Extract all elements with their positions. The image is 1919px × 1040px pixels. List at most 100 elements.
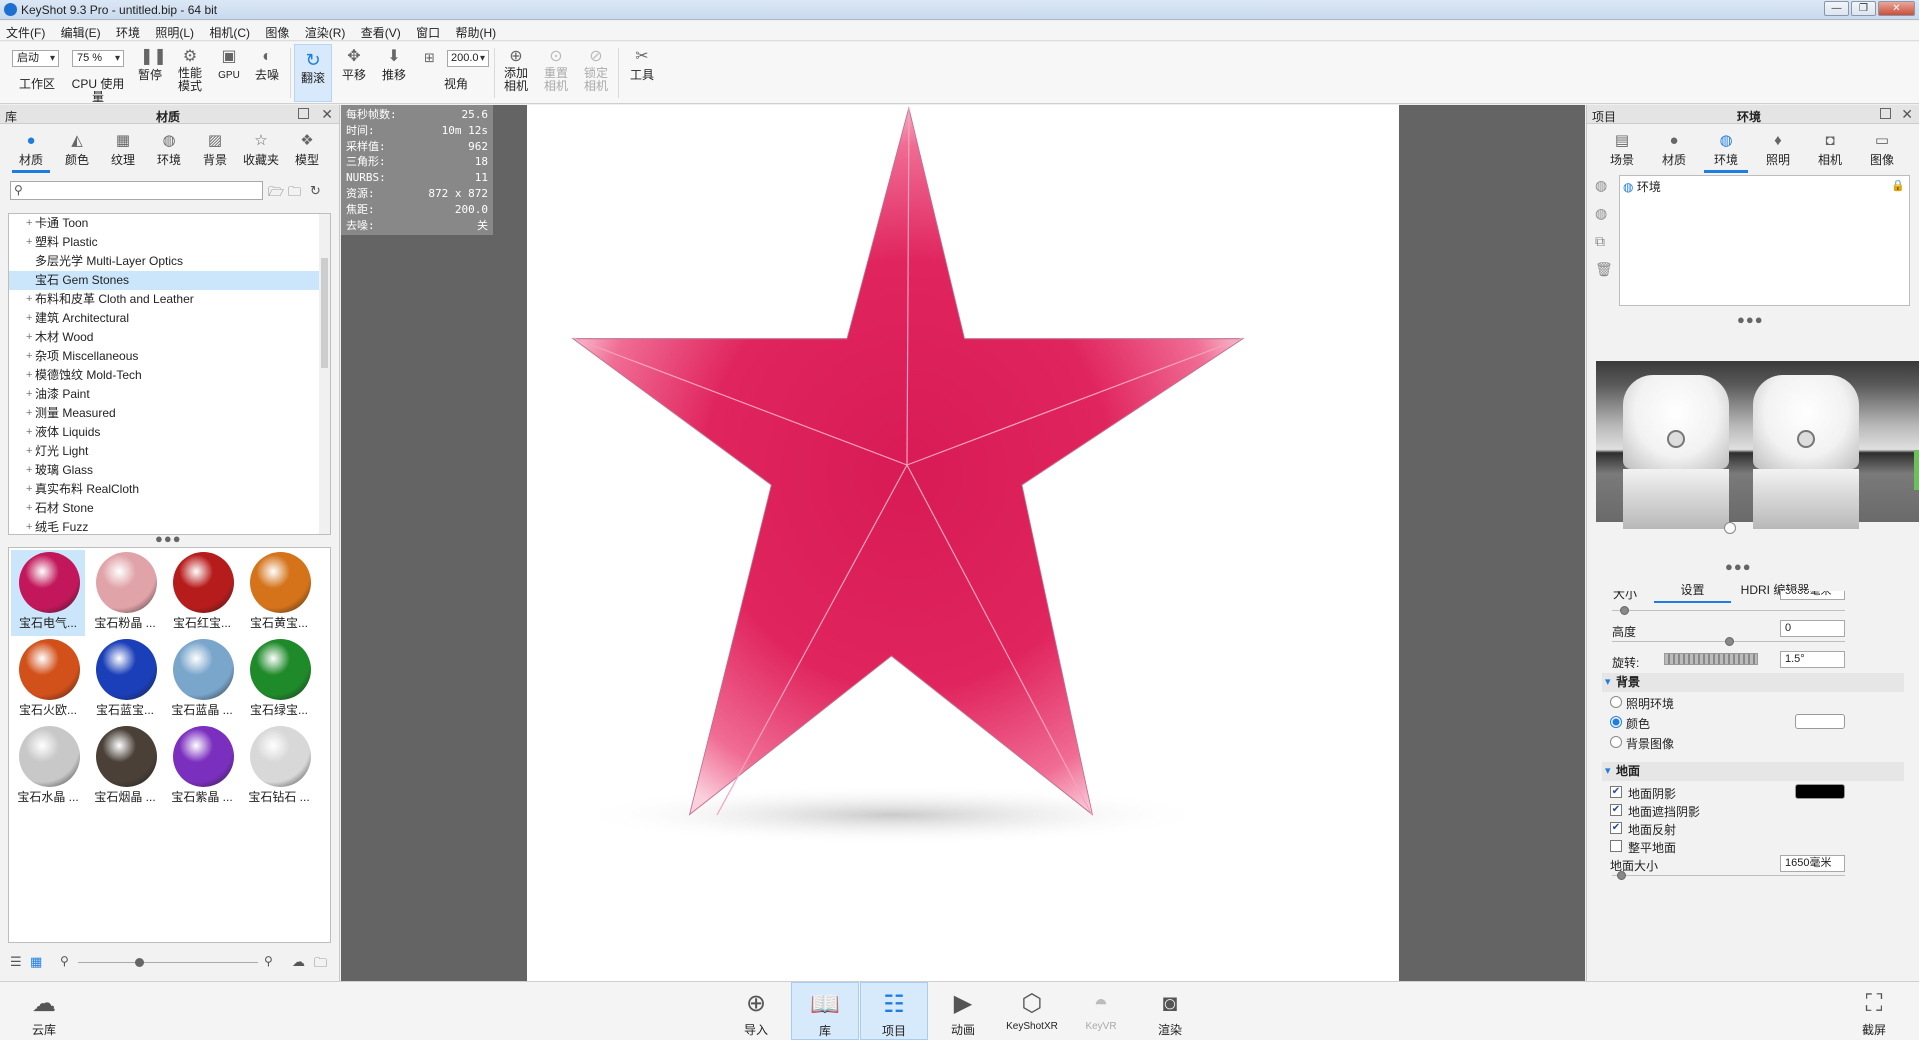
menu-help[interactable]: 帮助(H): [449, 21, 502, 41]
tab-models[interactable]: ❖ 模型: [284, 127, 330, 173]
expand-icon[interactable]: +: [26, 328, 32, 347]
bg-option-lighting-radio[interactable]: [1610, 696, 1622, 708]
tree-item[interactable]: + 灯光 Light: [9, 442, 330, 461]
environment-list-item[interactable]: ◍ 环境: [1623, 179, 1661, 195]
rotation-jog-wheel[interactable]: [1664, 653, 1758, 665]
gpu-button[interactable]: ▣ GPU: [212, 42, 246, 104]
ground-size-input[interactable]: 1650毫米: [1780, 855, 1845, 872]
tab-lighting[interactable]: ♦ 照明: [1752, 127, 1804, 173]
lock-camera-button[interactable]: ⊘ 锁定 相机: [578, 42, 614, 104]
float-panel-icon[interactable]: [1880, 108, 1891, 119]
hdri-preview[interactable]: [1596, 361, 1919, 529]
tree-item[interactable]: + 建筑 Architectural: [9, 309, 330, 328]
size-slider[interactable]: [1612, 610, 1845, 611]
ground-occlusion-checkbox[interactable]: ✔: [1610, 804, 1622, 816]
tree-item[interactable]: + 木材 Wood: [9, 328, 330, 347]
splitter-handle-icon[interactable]: ●●●: [1737, 312, 1764, 327]
folder-icon[interactable]: 🗀: [288, 183, 301, 205]
cloud-library-button[interactable]: ☁ 云库: [10, 982, 78, 1040]
menu-file[interactable]: 文件(F): [0, 21, 51, 41]
render-button[interactable]: ◙ 渲染: [1136, 982, 1204, 1040]
add-environment-icon[interactable]: ◍: [1595, 177, 1607, 194]
menu-render[interactable]: 渲染(R): [299, 21, 352, 41]
material-thumbnail[interactable]: 宝石钻石 ...: [242, 724, 316, 810]
zoom-out-icon[interactable]: ⚲: [60, 954, 69, 968]
close-button[interactable]: ✕: [1878, 1, 1915, 16]
close-panel-icon[interactable]: ✕: [321, 106, 333, 123]
render-canvas[interactable]: [527, 105, 1399, 981]
material-thumbnail[interactable]: 宝石红宝...: [165, 550, 239, 636]
splitter-handle-icon[interactable]: ●●●: [155, 531, 182, 546]
material-thumbnail[interactable]: 宝石火欧...: [11, 637, 85, 723]
expand-icon[interactable]: +: [26, 480, 32, 499]
ground-section[interactable]: 地面: [1602, 762, 1904, 781]
bg-option-color-radio[interactable]: [1610, 716, 1622, 728]
list-view-icon[interactable]: ☰: [10, 954, 22, 970]
expand-icon[interactable]: +: [26, 442, 32, 461]
expand-icon[interactable]: +: [26, 499, 32, 518]
close-panel-icon[interactable]: ✕: [1901, 106, 1913, 123]
pan-button[interactable]: ✥ 平移: [336, 42, 372, 104]
tab-backgrounds[interactable]: ▨ 背景: [192, 127, 238, 173]
material-thumbnail[interactable]: 宝石紫晶 ...: [165, 724, 239, 810]
ground-reflection-checkbox[interactable]: ✔: [1610, 822, 1622, 834]
expand-icon[interactable]: +: [26, 423, 32, 442]
menu-edit[interactable]: 编辑(E): [55, 21, 107, 41]
hdri-scroll-knob[interactable]: [1724, 522, 1736, 534]
keyvr-button[interactable]: ◓ KeyVR: [1067, 982, 1135, 1040]
performance-mode-button[interactable]: ⚙ 性能 模式: [172, 42, 208, 104]
cloud-upload-icon[interactable]: ☁: [292, 954, 305, 970]
tree-item[interactable]: + 油漆 Paint: [9, 385, 330, 404]
material-thumbnail[interactable]: 宝石蓝晶 ...: [165, 637, 239, 723]
expand-icon[interactable]: +: [26, 233, 32, 252]
tree-item[interactable]: 宝石 Gem Stones: [9, 271, 330, 290]
menu-window[interactable]: 窗口: [410, 21, 446, 41]
library-button[interactable]: 📖 库: [791, 982, 859, 1040]
grid-view-icon[interactable]: ▦: [30, 954, 42, 970]
render-viewport[interactable]: 每秒帧数: 25.6 时间: 10m 12s 采样值: 962 三角形: 18 NURBS: 11…: [341, 105, 1585, 981]
material-thumbnail[interactable]: 宝石粉晶 ...: [88, 550, 162, 636]
hdri-light-pin[interactable]: [1753, 375, 1859, 529]
tree-item[interactable]: + 卡通 Toon: [9, 214, 330, 233]
tab-scene[interactable]: ▤ 场景: [1596, 127, 1648, 173]
copy-environment-icon[interactable]: ⧉: [1595, 233, 1605, 250]
expand-icon[interactable]: +: [26, 347, 32, 366]
menu-image[interactable]: 图像: [259, 21, 295, 41]
open-folder-icon[interactable]: 🗁: [268, 183, 284, 205]
expand-icon[interactable]: +: [26, 290, 32, 309]
expand-icon[interactable]: +: [26, 404, 32, 423]
material-thumbnail[interactable]: 宝石黄宝...: [242, 550, 316, 636]
expand-icon[interactable]: +: [26, 366, 32, 385]
background-section[interactable]: 背景: [1602, 673, 1904, 692]
expand-icon[interactable]: +: [26, 214, 32, 233]
tab-favorites[interactable]: ☆ 收藏夹: [238, 127, 284, 173]
lock-icon[interactable]: 🔒: [1891, 179, 1905, 192]
library-search-input[interactable]: ⚲: [10, 181, 263, 200]
add-camera-button[interactable]: ⊕ 添加 相机: [498, 42, 534, 104]
tree-item[interactable]: + 杂项 Miscellaneous: [9, 347, 330, 366]
tools-button[interactable]: ✂ 工具: [624, 42, 660, 104]
ground-size-slider[interactable]: [1612, 875, 1845, 876]
material-thumbnail[interactable]: 宝石电气...: [11, 550, 85, 636]
material-thumbnail[interactable]: 宝石烟晶 ...: [88, 724, 162, 810]
menu-lighting[interactable]: 照明(L): [149, 21, 200, 41]
size-slider-knob[interactable]: [1620, 606, 1629, 615]
screenshot-button[interactable]: ⛶ 截屏: [1840, 982, 1908, 1040]
refresh-icon[interactable]: ↻: [310, 183, 321, 199]
menu-environment[interactable]: 环境: [110, 21, 146, 41]
menu-camera[interactable]: 相机(C): [203, 21, 256, 41]
restore-button[interactable]: ❐: [1851, 1, 1876, 16]
tumble-button[interactable]: ↻ 翻滚: [294, 44, 332, 102]
tab-camera[interactable]: ◘ 相机: [1804, 127, 1856, 173]
height-input[interactable]: 0: [1780, 620, 1845, 637]
tab-textures[interactable]: ▦ 纹理: [100, 127, 146, 173]
thumbnail-size-slider[interactable]: [78, 962, 258, 963]
material-thumbnail[interactable]: 宝石水晶 ...: [11, 724, 85, 810]
import-button[interactable]: ⊕ 导入: [722, 982, 790, 1040]
star-model[interactable]: [527, 105, 1399, 981]
tree-item[interactable]: + 玻璃 Glass: [9, 461, 330, 480]
dolly-button[interactable]: ⬇ 推移: [376, 42, 412, 104]
size-input[interactable]: 5000毫米: [1780, 591, 1845, 600]
tab-material[interactable]: ● 材质: [1648, 127, 1700, 173]
keyshotxr-button[interactable]: ⬡ KeyShotXR: [998, 982, 1066, 1040]
